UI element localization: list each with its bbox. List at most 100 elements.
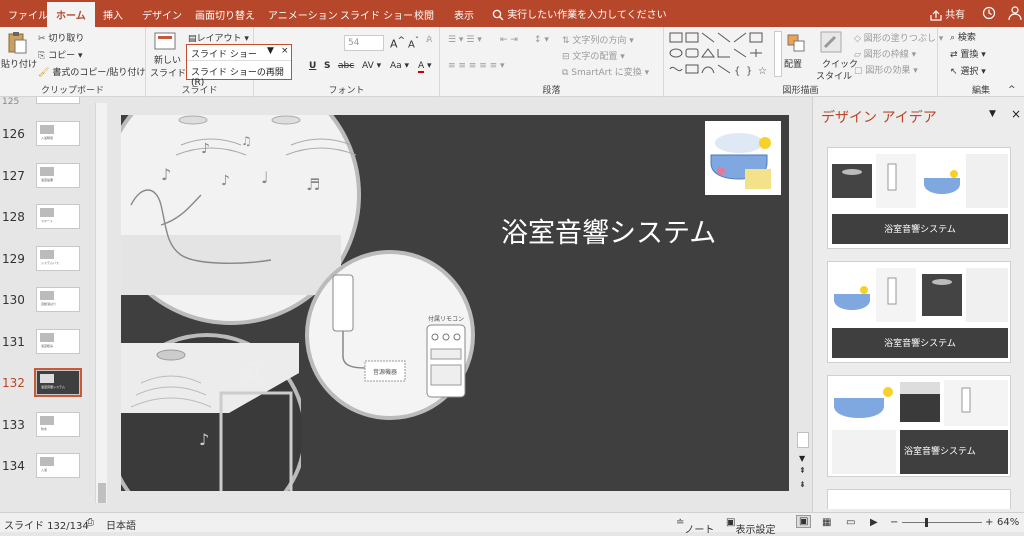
text-direction-label: 文字列の方向: [572, 36, 627, 46]
slide-title[interactable]: 浴室音響システム: [501, 211, 781, 250]
shape-fill-label: 図形の塗りつぶし: [863, 34, 936, 44]
design-idea-card-4[interactable]: [827, 489, 1011, 509]
slide-canvas[interactable]: ♪ ♫ ♪ ♪ ♩ ♬ 音源機器 付属リモコン ♫ ♪ 浴室音響システム: [121, 115, 789, 491]
history-icon[interactable]: [982, 6, 996, 20]
reading-view-icon[interactable]: ▭: [846, 517, 855, 528]
close-icon[interactable]: ×: [281, 46, 289, 56]
shapes-gallery[interactable]: {} ☆: [668, 31, 772, 79]
char-spacing-button[interactable]: AV ▾: [362, 61, 381, 71]
zoom-slider-thumb[interactable]: [925, 518, 928, 527]
strikethrough-button[interactable]: abc: [338, 61, 354, 71]
copy-button[interactable]: ⎘ コピー ▾: [38, 48, 82, 61]
select-button[interactable]: ↖ 選択 ▾: [950, 64, 986, 77]
tab-slideshow[interactable]: スライド ショー: [340, 7, 413, 22]
shapes-gallery-scroll[interactable]: [774, 31, 782, 77]
line-spacing-button[interactable]: ↕ ▾: [534, 35, 549, 45]
tab-file[interactable]: ファイル: [8, 7, 48, 22]
notes-button[interactable]: ≐ ノート: [676, 517, 714, 536]
slide-sorter-icon[interactable]: ▦: [822, 517, 831, 528]
dropdown-item-resume[interactable]: スライド ショーの再開(R): [187, 63, 291, 88]
replace-button[interactable]: ⇄ 置換 ▾: [950, 47, 986, 60]
thumbnail-picture: [40, 332, 54, 342]
share-button[interactable]: 共有: [930, 6, 965, 21]
font-color-button[interactable]: A ▾: [418, 61, 432, 73]
design-idea-card-2[interactable]: 浴室音響システム: [827, 261, 1011, 363]
zoom-slider[interactable]: [902, 522, 982, 523]
slide-thumbnail[interactable]: 入浴時間: [36, 121, 80, 146]
thumbnail-number: 130: [2, 293, 25, 307]
design-idea-card-1[interactable]: 浴室音響システム: [827, 147, 1011, 249]
slide-thumbnail[interactable]: 防水: [36, 411, 80, 437]
tell-me-box[interactable]: 実行したい作業を入力してください: [492, 6, 667, 21]
font-size-value: 54: [348, 38, 360, 48]
next-slide-icon[interactable]: ⇟: [799, 480, 806, 489]
text-direction-button[interactable]: ⇅ 文字列の方向 ▾: [562, 33, 634, 46]
prev-slide-icon[interactable]: ⇞: [799, 466, 806, 475]
spellcheck-icon[interactable]: ⎙: [86, 517, 94, 528]
bullets-button[interactable]: ☰ ▾ ☰ ▾: [448, 35, 482, 45]
new-slide-button[interactable]: [154, 31, 180, 54]
paste-button[interactable]: [4, 31, 30, 58]
shape-fill-button[interactable]: ◇ 図形の塗りつぶし ▾: [854, 31, 943, 44]
pane-options-icon[interactable]: ▼: [989, 109, 996, 119]
pin-icon[interactable]: ▼: [267, 46, 274, 56]
tab-review[interactable]: 校閲: [414, 7, 434, 22]
tab-insert[interactable]: 挿入: [103, 7, 123, 22]
zoom-out-icon[interactable]: −: [890, 517, 898, 528]
slideshow-view-icon[interactable]: ▶: [870, 517, 878, 528]
find-button[interactable]: ⌕ 検索: [950, 30, 976, 43]
slide-thumbnail[interactable]: 浴室暖房: [36, 328, 80, 354]
slide-thumbnail[interactable]: 浴室音響システム: [34, 368, 82, 397]
thumbnail-number: 131: [2, 334, 25, 349]
slide-scrollbar[interactable]: ▼ ⇞ ⇟: [796, 102, 810, 492]
slide-thumbnail[interactable]: システムバス: [36, 245, 80, 271]
quick-styles-button[interactable]: [820, 31, 846, 56]
dropdown-item-slideshow[interactable]: スライド ショー ▼ ×: [187, 45, 291, 61]
tab-transitions[interactable]: 画面切り替え: [195, 7, 255, 22]
tab-animations[interactable]: アニメーション: [268, 7, 338, 22]
language-indicator[interactable]: 日本語: [106, 517, 136, 532]
slide-thumbnail[interactable]: 入浴: [36, 453, 80, 478]
change-case-button[interactable]: Aa ▾: [390, 61, 409, 71]
shape-effects-button[interactable]: ▢ 図形の効果 ▾: [854, 63, 918, 76]
slide-editing-area: ♪ ♫ ♪ ♪ ♩ ♬ 音源機器 付属リモコン ♫ ♪ 浴室音響システム: [112, 97, 812, 512]
shadow-button[interactable]: S: [324, 61, 330, 71]
clear-format-icon[interactable]: A̷: [426, 35, 432, 45]
thumbnail-scroll-thumb[interactable]: [98, 483, 106, 503]
tab-design[interactable]: デザイン: [142, 7, 182, 22]
slide-thumbnail[interactable]: 浴室設備: [36, 162, 80, 188]
pane-close-icon[interactable]: ×: [1011, 107, 1021, 121]
tab-view[interactable]: 表示: [454, 7, 474, 22]
align-text-button[interactable]: ⊟ 文字の配置 ▾: [562, 49, 625, 62]
remote-label: 付属リモコン: [428, 315, 464, 323]
smartart-button[interactable]: ⧉ SmartArt に変換 ▾: [562, 65, 649, 78]
display-settings-button[interactable]: ▣ 表示設定: [726, 517, 775, 536]
thumbnail-scrollbar[interactable]: [95, 103, 107, 503]
collapse-ribbon-icon[interactable]: ^: [1008, 85, 1016, 95]
shrink-font-button[interactable]: Aˇ: [408, 35, 419, 50]
normal-view-icon[interactable]: ▣: [796, 515, 812, 528]
zoom-in-icon[interactable]: +: [985, 517, 993, 528]
account-icon[interactable]: [1008, 5, 1022, 21]
slide-thumbnail[interactable]: 自動湯はり: [36, 287, 80, 312]
arrange-button[interactable]: [786, 33, 812, 56]
alignment-buttons[interactable]: ≡ ≡ ≡ ≡ ≡ ▾: [448, 61, 505, 71]
layout-button[interactable]: ▤レイアウト ▾: [188, 31, 249, 44]
design-idea-card-3[interactable]: 浴室音響システム: [827, 375, 1011, 477]
scroll-down-icon[interactable]: ▼: [799, 454, 805, 463]
shape-outline-label: 図形の枠線: [863, 50, 909, 60]
tab-home[interactable]: ホーム: [47, 2, 95, 27]
select-icon: ↖: [950, 67, 958, 77]
grow-font-button[interactable]: A^: [390, 35, 405, 51]
font-size-box[interactable]: 54: [344, 35, 384, 51]
format-painter-button[interactable]: 🖌 書式のコピー/貼り付け: [38, 65, 145, 78]
slide-scroll-thumb[interactable]: [797, 432, 809, 448]
shape-outline-button[interactable]: ▱ 図形の枠線 ▾: [854, 47, 916, 60]
indent-buttons[interactable]: ⇤ ⇥: [500, 35, 518, 45]
slide-thumbnail[interactable]: スマート: [36, 204, 80, 229]
design-pane-title: デザイン アイデア: [821, 110, 937, 126]
thumbnail-partial[interactable]: [36, 97, 80, 104]
zoom-level[interactable]: 64%: [997, 517, 1019, 528]
cut-button[interactable]: ✂ 切り取り: [38, 31, 84, 44]
underline-button[interactable]: U: [309, 61, 316, 71]
